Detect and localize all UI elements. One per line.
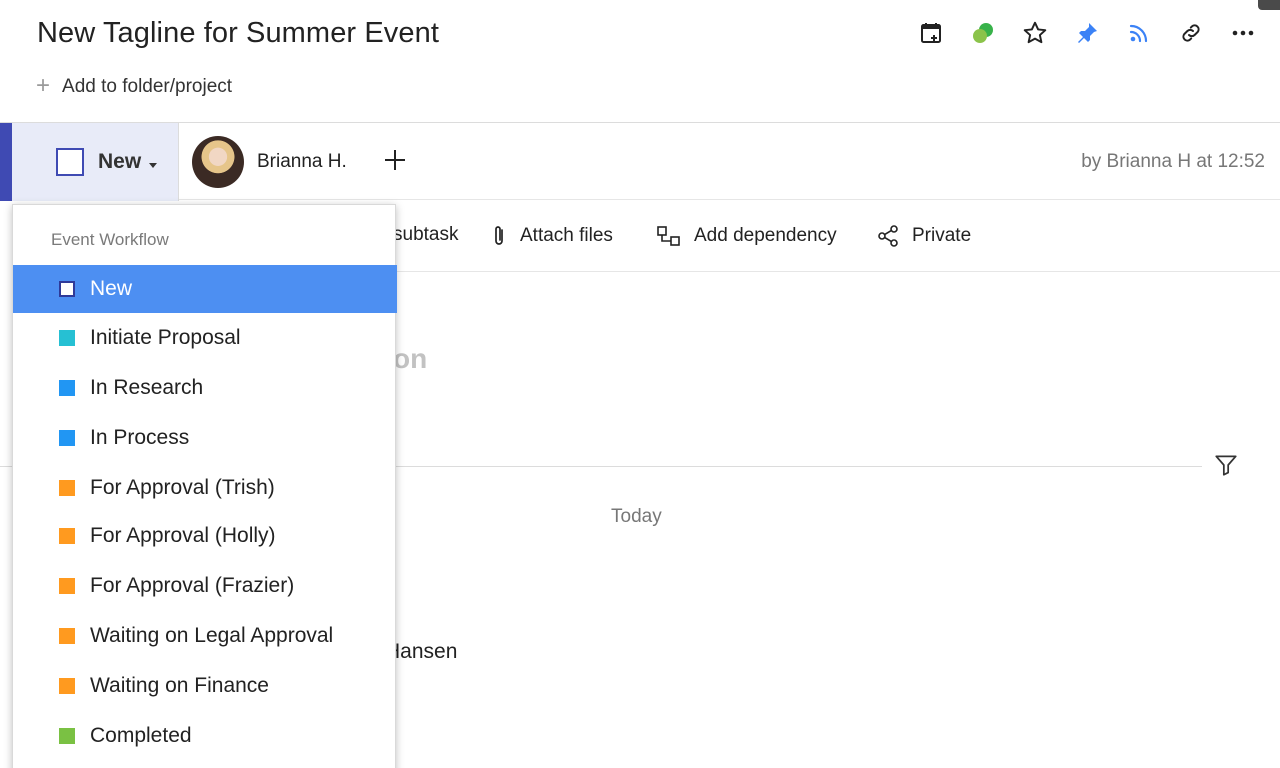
task-view: New Tagline for Summer Event + Add to fo…: [0, 0, 1280, 768]
status-color-swatch: [59, 380, 75, 396]
assignee-name: Brianna H.: [257, 151, 347, 172]
status-option[interactable]: New: [13, 265, 397, 313]
caret-down-icon: [149, 162, 158, 168]
status-option-label: For Approval (Frazier): [90, 574, 295, 597]
status-option-label: In Process: [90, 426, 190, 449]
filter-icon: [1215, 455, 1237, 476]
status-option[interactable]: For Approval (Frazier): [13, 562, 397, 610]
attach-files-label: Attach files: [520, 225, 613, 246]
rss-icon[interactable]: [1123, 17, 1155, 49]
status-label: New: [98, 150, 142, 173]
paperclip-icon: [490, 224, 508, 248]
status-accent-bar: [0, 123, 12, 201]
star-icon[interactable]: [1019, 17, 1051, 49]
link-icon[interactable]: [1175, 17, 1207, 49]
filter-button[interactable]: [1213, 452, 1239, 483]
status-dots-icon[interactable]: [967, 17, 999, 49]
status-option[interactable]: Waiting on Legal Approval: [13, 612, 397, 660]
status-option[interactable]: Completed: [13, 712, 397, 760]
calendar-add-icon[interactable]: [915, 17, 947, 49]
status-color-swatch: [59, 628, 75, 644]
action-row: subtask Attach files Add dependency Priv…: [393, 200, 1280, 272]
task-title[interactable]: New Tagline for Summer Event: [37, 17, 439, 50]
pin-icon[interactable]: [1071, 17, 1103, 49]
status-option-label: For Approval (Trish): [90, 476, 275, 499]
scrollbar-thumb[interactable]: [1258, 0, 1280, 10]
status-bar: New Brianna H. by Brianna H at 12:52: [0, 122, 1280, 201]
status-option-label: In Research: [90, 376, 204, 399]
status-option-label: For Approval (Holly): [90, 524, 276, 547]
status-color-swatch: [59, 578, 75, 594]
status-color-swatch: [59, 480, 75, 496]
status-option-label: Waiting on Finance: [90, 674, 269, 697]
add-dependency-button[interactable]: Add dependency: [656, 224, 837, 248]
status-option[interactable]: In Process: [13, 414, 397, 462]
assignee-chip[interactable]: Brianna H.: [192, 136, 347, 188]
status-option[interactable]: Waiting on Finance: [13, 662, 397, 710]
status-dropdown-menu: Event Workflow New Initiate Proposal In Re…: [12, 204, 397, 768]
task-toolbar: [915, 17, 1259, 49]
status-color-swatch: [59, 281, 75, 297]
status-color-swatch: [59, 678, 75, 694]
status-option[interactable]: For Approval (Trish): [13, 464, 397, 512]
avatar: [192, 136, 244, 188]
status-option-label: Waiting on Legal Approval: [90, 624, 334, 647]
more-icon[interactable]: [1227, 17, 1259, 49]
status-option-label: Initiate Proposal: [90, 326, 241, 349]
date-separator: Today: [611, 506, 662, 527]
add-to-folder-button[interactable]: + Add to folder/project: [36, 72, 233, 99]
status-option-label: New: [90, 277, 133, 300]
status-color-swatch: [59, 330, 75, 346]
add-assignee-button[interactable]: [383, 148, 407, 177]
status-option[interactable]: For Approval (Holly): [13, 512, 397, 560]
add-subtask-button[interactable]: subtask: [393, 224, 458, 246]
plus-icon: +: [36, 72, 51, 99]
status-option[interactable]: Initiate Proposal: [13, 314, 397, 362]
status-color-swatch: [59, 430, 75, 446]
description-placeholder[interactable]: on: [393, 343, 427, 375]
share-icon: [876, 224, 900, 248]
workflow-name: Event Workflow: [51, 230, 169, 249]
status-color-swatch: [59, 528, 75, 544]
status-checkbox-icon: [56, 148, 84, 176]
attach-files-button[interactable]: Attach files: [490, 224, 613, 248]
created-by-text: by Brianna H at 12:52: [1081, 151, 1265, 172]
private-label: Private: [912, 225, 972, 246]
status-option[interactable]: In Research: [13, 364, 397, 412]
dependency-icon: [656, 224, 682, 248]
status-color-swatch: [59, 728, 75, 744]
subtask-label: subtask: [393, 224, 459, 245]
add-dependency-label: Add dependency: [694, 225, 837, 246]
add-to-folder-label: Add to folder/project: [62, 76, 233, 97]
plus-icon: [385, 150, 405, 170]
status-option-label: Completed: [90, 724, 192, 747]
private-share-button[interactable]: Private: [876, 224, 971, 248]
status-dropdown-button[interactable]: New: [12, 123, 179, 201]
